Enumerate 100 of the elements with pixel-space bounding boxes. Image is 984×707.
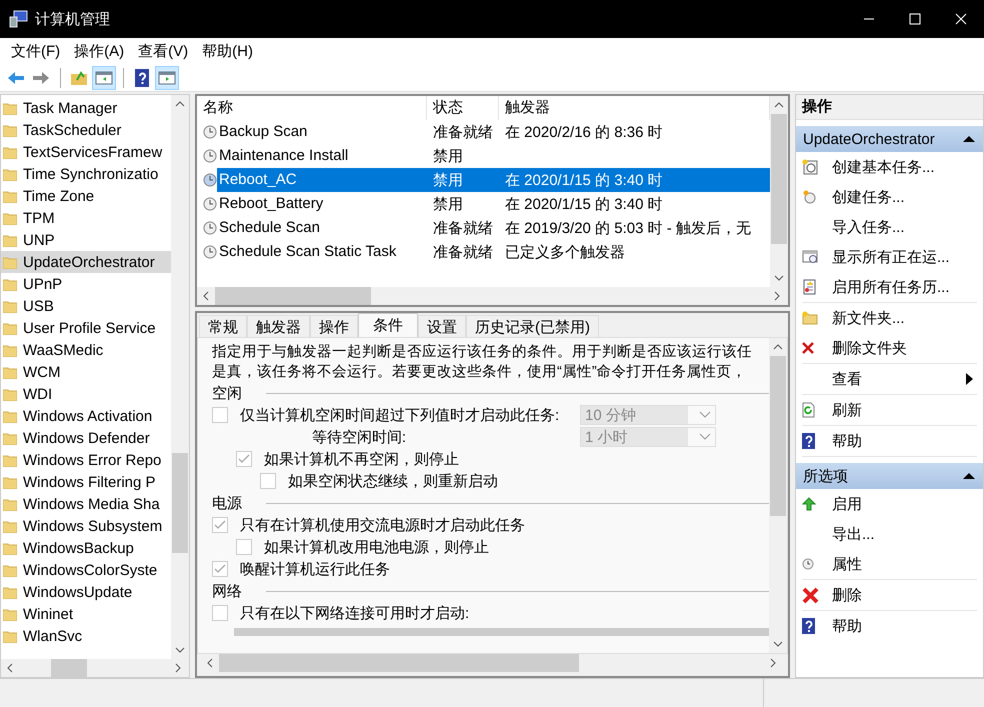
action-link[interactable]: 删除文件夹 — [832, 338, 907, 358]
tab[interactable]: 常规 — [199, 315, 247, 337]
tree-item[interactable]: TPM — [1, 207, 171, 229]
tab[interactable]: 历史记录(已禁用) — [466, 315, 599, 337]
action-link[interactable]: 帮助 — [832, 432, 862, 450]
tree-item[interactable]: Windows Error Repo — [1, 449, 171, 471]
tab[interactable]: 触发器 — [247, 315, 310, 337]
action-link[interactable]: 刷新 — [832, 400, 862, 420]
tree-item[interactable]: Windows Activation — [1, 405, 171, 427]
folder-icon — [3, 498, 17, 510]
tree-item[interactable]: Wininet — [1, 603, 171, 625]
tree-item[interactable]: WindowsColorSyste — [1, 559, 171, 581]
action-pane-icon[interactable] — [155, 66, 179, 90]
menu-item[interactable]: 操作(A) — [67, 42, 132, 60]
action-link[interactable]: 创建任务... — [832, 188, 905, 206]
description-text: 是真，该任务将不会运行。若要更改这些条件，使用“属性”命令打开任务属性页， — [212, 363, 748, 382]
tree-item[interactable]: Windows Defender — [1, 427, 171, 449]
folder-icon — [3, 630, 17, 642]
help-icon — [802, 433, 815, 449]
tree-item[interactable]: TaskScheduler — [1, 119, 171, 141]
tree-item[interactable]: UNP — [1, 229, 171, 251]
task-trigger: 在 2020/2/16 的 8:36 时 — [504, 122, 664, 142]
menu-item[interactable]: 查看(V) — [131, 42, 196, 60]
tree-item[interactable]: WindowsBackup — [1, 537, 171, 559]
column-header[interactable]: 名称 — [197, 96, 427, 120]
action-link[interactable]: 启用所有任务历... — [832, 278, 950, 296]
tree-item[interactable]: WCM — [1, 361, 171, 383]
checkbox[interactable] — [212, 407, 228, 423]
tree-item[interactable]: User Profile Service — [1, 317, 171, 339]
task-name[interactable]: Maintenance Install — [197, 144, 427, 168]
checkbox[interactable] — [212, 605, 228, 621]
action-link[interactable]: 帮助 — [832, 616, 862, 636]
action-link[interactable]: 属性 — [832, 554, 862, 574]
folder-icon — [3, 124, 17, 136]
action-link[interactable]: 新文件夹... — [832, 308, 905, 328]
tree-item[interactable]: WDI — [1, 383, 171, 405]
checkbox[interactable] — [236, 539, 252, 555]
section-header[interactable]: 所选项 — [803, 466, 848, 486]
task-status: 禁用 — [432, 170, 464, 190]
action-link[interactable]: 显示所有正在运... — [832, 248, 950, 266]
section-label: 空闲 — [212, 384, 242, 402]
column-header[interactable]: 状态 — [427, 96, 499, 120]
action-link[interactable]: 导入任务... — [832, 218, 905, 236]
tree-item[interactable]: UpdateOrchestrator — [1, 251, 171, 273]
checkbox[interactable] — [212, 517, 228, 533]
scrollbar[interactable] — [195, 287, 790, 307]
task-name[interactable]: Schedule Scan — [197, 216, 427, 240]
action-link[interactable]: 删除 — [832, 586, 862, 604]
tab[interactable]: 条件 — [358, 313, 418, 337]
scroll-thumb[interactable] — [771, 114, 787, 244]
tab[interactable]: 操作 — [310, 315, 358, 337]
tree-item[interactable]: TextServicesFramew — [1, 141, 171, 163]
menu-item[interactable]: 文件(F) — [4, 42, 68, 60]
tree-item[interactable]: Windows Subsystem — [1, 515, 171, 537]
folder-icon — [3, 366, 17, 378]
checkbox[interactable] — [260, 473, 276, 489]
scrollbar[interactable] — [1, 659, 189, 677]
folder-icon — [3, 344, 17, 356]
scroll-thumb[interactable] — [219, 654, 579, 672]
scroll-thumb[interactable] — [770, 356, 786, 516]
tree-item[interactable]: Windows Filtering P — [1, 471, 171, 493]
notebook-icon — [802, 279, 816, 295]
scroll-thumb[interactable] — [215, 287, 371, 305]
description-text: 指定用于与触发器一起判断是否应运行该任务的条件。用于判断是否应该运行该任 — [212, 342, 753, 362]
tree-item[interactable]: Time Synchronizatio — [1, 163, 171, 185]
tree-pane-icon[interactable] — [92, 66, 116, 90]
scrollbar[interactable] — [770, 96, 788, 287]
action-link[interactable]: 导出... — [832, 524, 875, 544]
action-link[interactable]: 查看 — [832, 370, 862, 388]
tree-item[interactable]: WindowsUpdate — [1, 581, 171, 603]
folder-icon — [3, 542, 17, 554]
task-name[interactable]: Schedule Scan Static Task — [197, 240, 427, 264]
collapse-icon[interactable] — [963, 135, 975, 143]
tree-item[interactable]: UPnP — [1, 273, 171, 295]
menu-item[interactable]: 帮助(H) — [195, 42, 260, 60]
task-name[interactable]: Reboot_Battery — [197, 192, 427, 216]
tree-item[interactable]: Task Manager — [1, 97, 171, 119]
folder-icon — [3, 388, 17, 400]
folder-icon — [3, 234, 17, 246]
action-link[interactable]: 创建基本任务... — [832, 158, 935, 176]
delete-icon — [802, 586, 819, 604]
task-name[interactable]: Backup Scan — [197, 120, 427, 144]
tree-item[interactable]: WaaSMedic — [1, 339, 171, 361]
checkbox[interactable] — [236, 451, 252, 467]
window-title: 计算机管理 — [35, 10, 111, 28]
tab[interactable]: 设置 — [418, 315, 466, 337]
window-clock-icon — [802, 250, 818, 264]
scrollbar[interactable] — [171, 95, 189, 659]
scroll-thumb[interactable] — [172, 453, 188, 553]
tree-item[interactable]: WlanSvc — [1, 625, 171, 647]
checkbox[interactable] — [212, 561, 228, 577]
action-link[interactable]: 启用 — [832, 494, 862, 514]
scroll-thumb[interactable] — [51, 659, 87, 677]
tree-item[interactable]: Time Zone — [1, 185, 171, 207]
collapse-icon[interactable] — [963, 472, 975, 480]
folder-icon — [3, 102, 17, 114]
tree-item[interactable]: USB — [1, 295, 171, 317]
folder-icon — [3, 608, 17, 620]
scrollbar[interactable] — [769, 338, 787, 653]
tree-item[interactable]: Windows Media Sha — [1, 493, 171, 515]
